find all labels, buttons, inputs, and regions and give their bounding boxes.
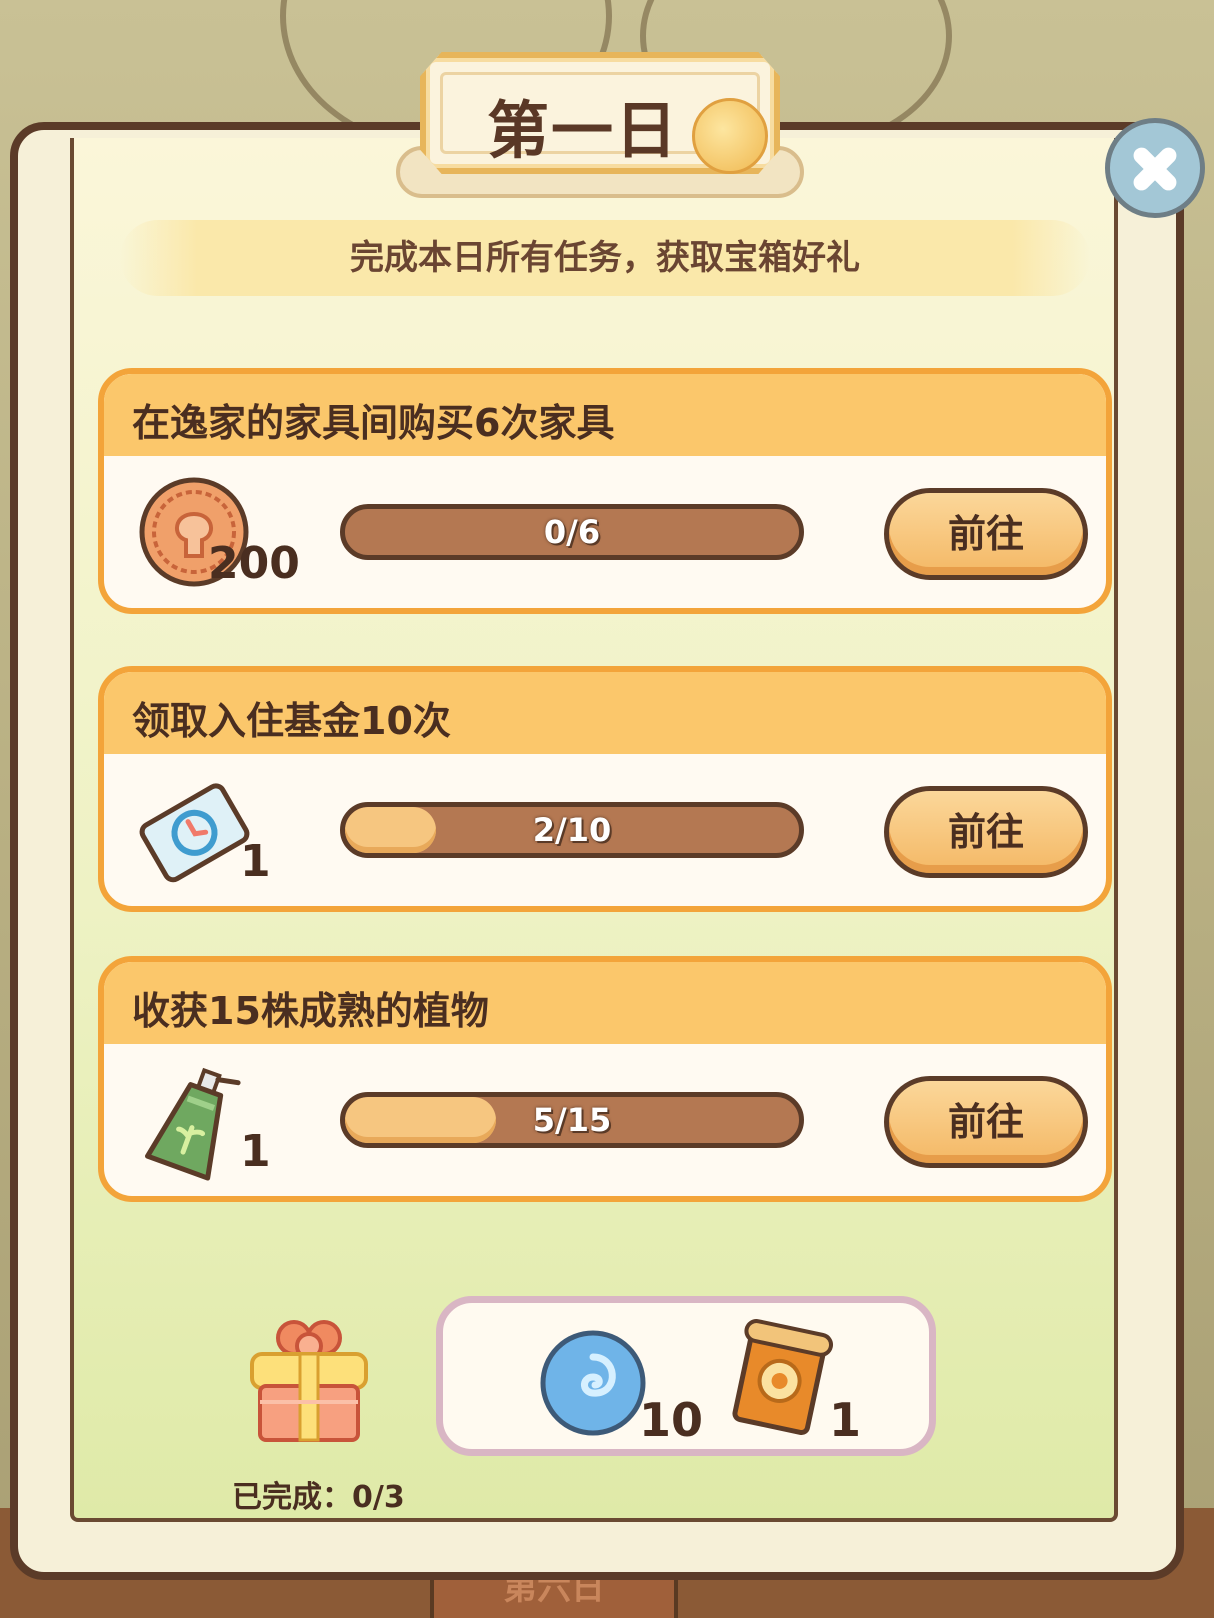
- progress-bar: 0/6: [340, 504, 804, 560]
- progress-label: 5/15: [532, 1101, 612, 1139]
- close-button[interactable]: [1105, 118, 1205, 218]
- gift-chest-icon[interactable]: [246, 1316, 372, 1444]
- fertilizer-bottle-icon: [145, 1067, 241, 1181]
- progress-bar: 5/15: [340, 1092, 804, 1148]
- progress-label: 0/6: [543, 513, 601, 551]
- reward-count: 1: [240, 1126, 271, 1177]
- reward-count: 200: [208, 538, 300, 589]
- go-button[interactable]: 前往: [884, 488, 1088, 580]
- chest-reward-box: 10 1: [436, 1296, 936, 1456]
- completed-count: 已完成：0/3: [232, 1480, 405, 1515]
- reward-count: 1: [829, 1393, 862, 1447]
- task-title: 收获15株成熟的植物: [104, 962, 1106, 1044]
- subtitle-banner: 完成本日所有任务，获取宝箱好礼: [120, 220, 1090, 296]
- go-button[interactable]: 前往: [884, 1076, 1088, 1168]
- task-card: 在逸家的家具间购买6次家具 200 0/6 前往: [98, 368, 1112, 614]
- moon-icon: [692, 98, 768, 174]
- task-card: 收获15株成熟的植物 1 5/15 前往: [98, 956, 1112, 1202]
- scroll-card-icon: [732, 1319, 834, 1436]
- reward-count: 1: [240, 836, 271, 887]
- task-card: 领取入住基金10次 1 2/10 前往: [98, 666, 1112, 912]
- ticket-card-icon: [139, 783, 250, 883]
- progress-bar: 2/10: [340, 802, 804, 858]
- title-plaque: 第一日: [396, 42, 804, 198]
- progress-label: 2/10: [532, 811, 612, 849]
- reward-count: 10: [639, 1393, 704, 1447]
- task-title: 在逸家的家具间购买6次家具: [104, 374, 1106, 456]
- go-button[interactable]: 前往: [884, 786, 1088, 878]
- task-title: 领取入住基金10次: [104, 672, 1106, 754]
- blue-swirl-orb-icon: [540, 1330, 646, 1436]
